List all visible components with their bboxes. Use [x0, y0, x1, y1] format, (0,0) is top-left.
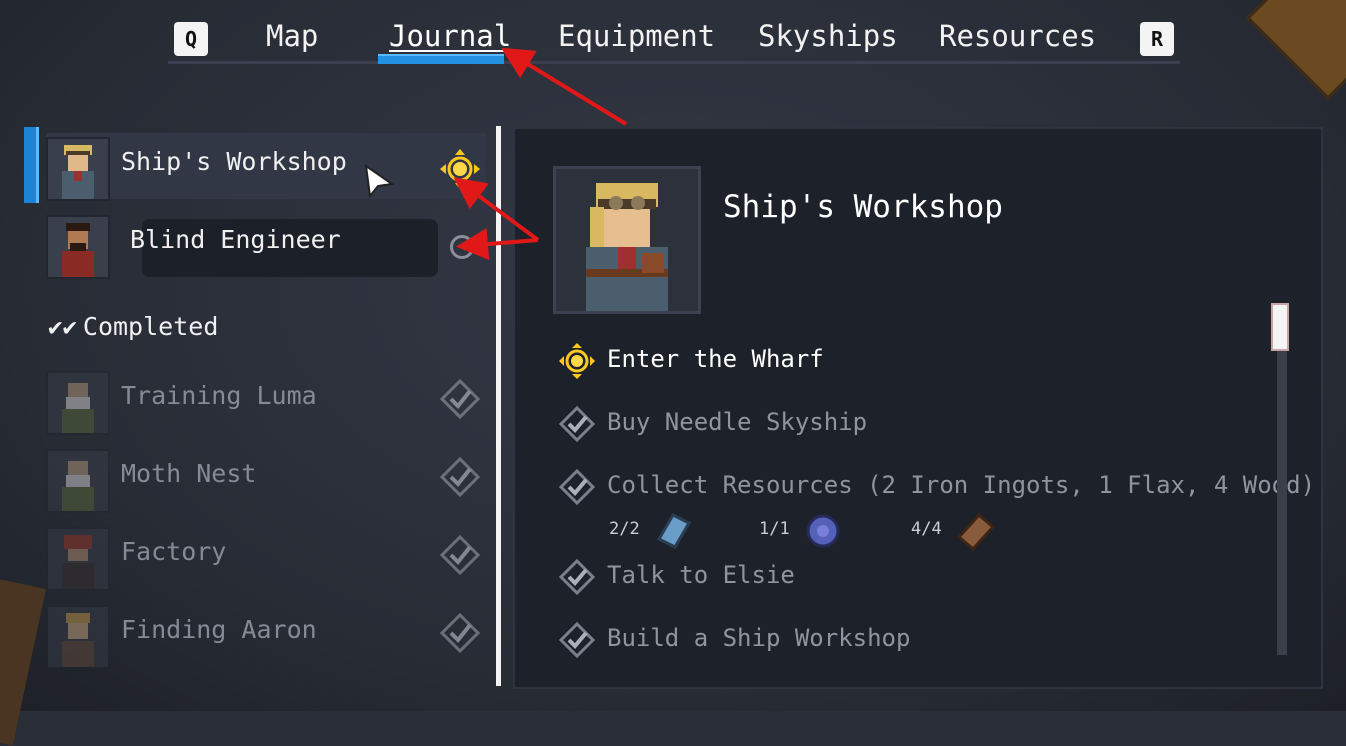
quest-item-training-luma[interactable]: Training Luma [46, 367, 486, 435]
quest-name: Blind Engineer [130, 225, 341, 254]
objective-text: Talk to Elsie [607, 561, 795, 589]
completed-check-icon [558, 622, 596, 658]
mouse-cursor-icon [364, 164, 394, 198]
detail-scrollbar[interactable] [1271, 303, 1289, 655]
engineer-portrait [46, 215, 110, 279]
quest-name: Factory [121, 537, 227, 566]
tabs-divider [168, 61, 1180, 64]
quest-giver-portrait [553, 166, 701, 314]
completed-section-header: ✔✔ Completed [48, 312, 219, 341]
tab-map[interactable]: Map [266, 16, 318, 56]
tab-journal[interactable]: Journal [389, 16, 511, 56]
double-check-icon: ✔✔ [48, 313, 77, 341]
tab-equipment[interactable]: Equipment [558, 16, 715, 56]
completed-check-icon [558, 469, 596, 505]
quest-item-factory[interactable]: Factory [46, 523, 486, 591]
completed-check-icon [558, 559, 596, 595]
resource-count: 4/4 [911, 519, 942, 539]
tab-resources[interactable]: Resources [939, 16, 1096, 56]
selected-quest-marker [24, 127, 39, 203]
objective-text: Buy Needle Skyship [607, 408, 868, 436]
wood-icon [956, 512, 996, 552]
quest-name: Finding Aaron [121, 615, 317, 644]
quest-title: Ship's Workshop [723, 189, 1003, 225]
quest-name: Moth Nest [121, 459, 257, 488]
next-tab-key[interactable]: R [1140, 22, 1174, 56]
completed-check-icon [558, 406, 596, 442]
elder-portrait [46, 371, 110, 435]
objective-text: Build a Ship Workshop [607, 624, 911, 652]
elsie-portrait [46, 137, 110, 201]
quest-list-scrollbar[interactable] [496, 126, 501, 686]
tracked-quest-icon[interactable] [438, 147, 482, 191]
objective-text: Collect Resources (2 Iron Ingots, 1 Flax… [607, 471, 1316, 499]
flax-icon [806, 514, 840, 548]
quest-item-moth-nest[interactable]: Moth Nest [46, 445, 486, 513]
aaron-portrait [46, 605, 110, 669]
active-tab-indicator [378, 54, 504, 64]
objective-text: Enter the Wharf [607, 345, 824, 373]
redhead-portrait [46, 527, 110, 591]
resource-count: 1/1 [759, 519, 790, 539]
detail-scroll-thumb[interactable] [1271, 303, 1289, 351]
quest-name: Training Luma [121, 381, 317, 410]
completed-check-icon [439, 456, 481, 498]
completed-check-icon [439, 612, 481, 654]
journal-tabs: Q Map Journal Equipment Skyships Resourc… [168, 12, 1180, 64]
quest-item-ships-workshop[interactable]: Ship's Workshop [46, 133, 486, 201]
tab-skyships[interactable]: Skyships [758, 16, 898, 56]
prev-tab-key[interactable]: Q [174, 22, 208, 56]
untracked-quest-icon[interactable] [450, 235, 474, 259]
completed-check-icon [439, 378, 481, 420]
quest-list: Ship's Workshop Blind Engineer ✔✔ Complet… [24, 127, 494, 687]
tracked-objective-icon [559, 343, 595, 379]
completed-check-icon [439, 534, 481, 576]
iron-ingot-icon [656, 513, 692, 549]
resource-count: 2/2 [609, 519, 640, 539]
elder-portrait [46, 449, 110, 513]
quest-detail-panel: Ship's Workshop Enter the Wharf Buy Need… [513, 127, 1323, 689]
quest-name: Ship's Workshop [121, 147, 347, 176]
quest-item-blind-engineer[interactable]: Blind Engineer [46, 211, 486, 279]
quest-item-finding-aaron[interactable]: Finding Aaron [46, 601, 486, 669]
